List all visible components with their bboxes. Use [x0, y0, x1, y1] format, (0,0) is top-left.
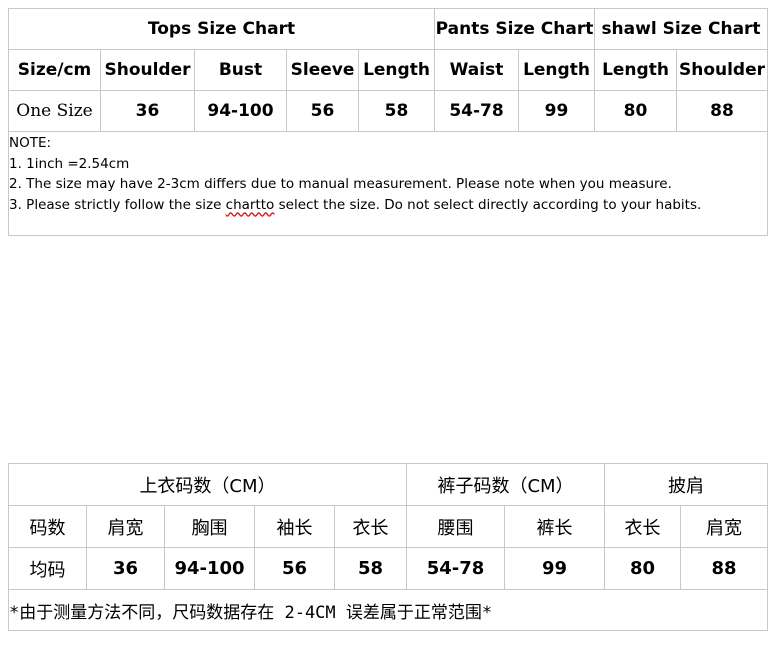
column-header: 码数 — [8, 505, 87, 548]
pants-chart-header: Pants Size Chart — [434, 8, 595, 50]
table-cell: 94-100 — [164, 547, 255, 590]
table-cell: 88 — [680, 547, 769, 590]
english-size-table: Tops Size Chart Pants Size Chart shawl S… — [8, 8, 768, 236]
shawl-chart-header: shawl Size Chart — [594, 8, 768, 50]
table-cell: 56 — [254, 547, 335, 590]
column-header: 袖长 — [254, 505, 335, 548]
table-cell: 56 — [286, 90, 359, 132]
table-cell: 99 — [518, 90, 595, 132]
column-header: 胸围 — [164, 505, 255, 548]
notes-block: NOTE: 1. 1inch =2.54cm 2. The size may h… — [8, 131, 768, 236]
table-cell: 94-100 — [194, 90, 287, 132]
table-cell: 88 — [676, 90, 768, 132]
note-line: 1. 1inch =2.54cm — [9, 155, 130, 172]
table-cell: 36 — [86, 547, 165, 590]
table-cell: 54-78 — [406, 547, 505, 590]
note-line: 2. The size may have 2-3cm differs due t… — [9, 176, 672, 192]
table-cell: 54-78 — [434, 90, 519, 132]
chinese-size-table: 上衣码数（CM） 裤子码数（CM） 披肩 码数 肩宽 胸围 袖长 衣长 腰围 裤… — [7, 463, 769, 631]
column-header: Length — [594, 49, 677, 91]
notes-title: NOTE: — [9, 135, 52, 151]
table-cell: 80 — [594, 90, 677, 132]
table-cell: 99 — [503, 547, 606, 590]
tops-chart-header: 上衣码数（CM） — [8, 463, 407, 506]
column-header: Shoulder — [676, 49, 768, 91]
table-cell: 36 — [100, 90, 195, 132]
note-line: 3. Please strictly follow the size chart… — [9, 196, 702, 213]
size-label: 均码 — [8, 547, 87, 590]
column-header: 肩宽 — [86, 505, 165, 548]
column-header: 裤长 — [503, 505, 606, 548]
column-header: Shoulder — [100, 49, 195, 91]
size-label: One Size — [8, 90, 101, 132]
column-header: Length — [358, 49, 435, 91]
measurement-note: *由于测量方法不同，尺码数据存在 2-4CM 误差属于正常范围* — [7, 589, 769, 631]
column-header: Size/cm — [8, 49, 101, 91]
pants-chart-header: 裤子码数（CM） — [405, 463, 606, 506]
table-row: 均码 36 94-100 56 58 54-78 99 80 88 — [8, 547, 769, 590]
column-header: Length — [518, 49, 595, 91]
column-header: 衣长 — [604, 505, 682, 548]
column-header: Bust — [194, 49, 287, 91]
column-header: Waist — [434, 49, 519, 91]
column-header: Sleeve — [286, 49, 359, 91]
column-header: 肩宽 — [680, 505, 769, 548]
table-cell: 80 — [604, 547, 682, 590]
spellcheck-word: chartto — [225, 196, 275, 213]
shawl-chart-header: 披肩 — [604, 463, 769, 506]
column-header: 衣长 — [334, 505, 407, 548]
table-cell: 58 — [358, 90, 435, 132]
table-cell: 58 — [334, 547, 407, 590]
column-header: 腰围 — [406, 505, 505, 548]
table-row: One Size 36 94-100 56 58 54-78 99 80 88 — [8, 90, 768, 132]
tops-chart-header: Tops Size Chart — [8, 8, 435, 50]
